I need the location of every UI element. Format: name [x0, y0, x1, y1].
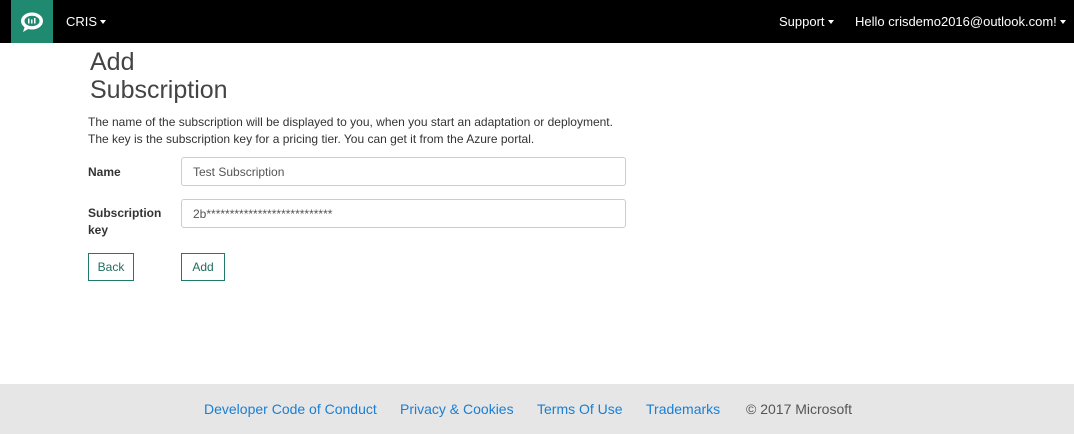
- page-title-line2: Subscription: [90, 76, 228, 104]
- page-title: Add Subscription: [90, 48, 290, 104]
- footer-link-trademarks[interactable]: Trademarks: [646, 384, 720, 434]
- page-description: The name of the subscription will be dis…: [88, 114, 648, 148]
- footer: Developer Code of Conduct Privacy & Cook…: [0, 384, 1074, 434]
- user-menu[interactable]: Hello crisdemo2016@outlook.com!: [855, 0, 1066, 43]
- support-label: Support: [779, 14, 825, 29]
- footer-link-terms[interactable]: Terms Of Use: [537, 384, 623, 434]
- name-input[interactable]: Test Subscription: [181, 157, 626, 186]
- add-button[interactable]: Add: [181, 253, 225, 281]
- subscription-key-label-line2: key: [88, 223, 109, 237]
- name-input-value: Test Subscription: [193, 164, 285, 179]
- brand-menu[interactable]: CRIS: [66, 0, 107, 43]
- footer-link-privacy[interactable]: Privacy & Cookies: [400, 384, 514, 434]
- speech-bubble-icon: [21, 12, 43, 32]
- subscription-key-label: Subscription key: [88, 205, 168, 239]
- footer-link-code-of-conduct[interactable]: Developer Code of Conduct: [204, 384, 377, 434]
- page-title-line1: Add: [90, 48, 135, 76]
- description-line2: The key is the subscription key for a pr…: [88, 132, 535, 146]
- brand-label: CRIS: [66, 14, 98, 29]
- chevron-down-icon: [827, 19, 834, 24]
- support-menu[interactable]: Support: [779, 0, 834, 43]
- top-navbar: CRIS Support Hello crisdemo2016@outlook.…: [0, 0, 1074, 43]
- subscription-key-input[interactable]: 2b***************************: [181, 199, 626, 228]
- chevron-down-icon: [1059, 19, 1066, 24]
- chevron-down-icon: [100, 19, 107, 24]
- back-button[interactable]: Back: [88, 253, 134, 281]
- copyright: © 2017 Microsoft: [746, 401, 853, 417]
- name-label: Name: [88, 165, 121, 179]
- subscription-key-value: 2b***************************: [193, 206, 333, 221]
- subscription-key-label-line1: Subscription: [88, 206, 162, 220]
- description-line1: The name of the subscription will be dis…: [88, 115, 613, 129]
- app-logo[interactable]: [11, 0, 53, 43]
- user-greeting: Hello crisdemo2016@outlook.com!: [855, 14, 1057, 29]
